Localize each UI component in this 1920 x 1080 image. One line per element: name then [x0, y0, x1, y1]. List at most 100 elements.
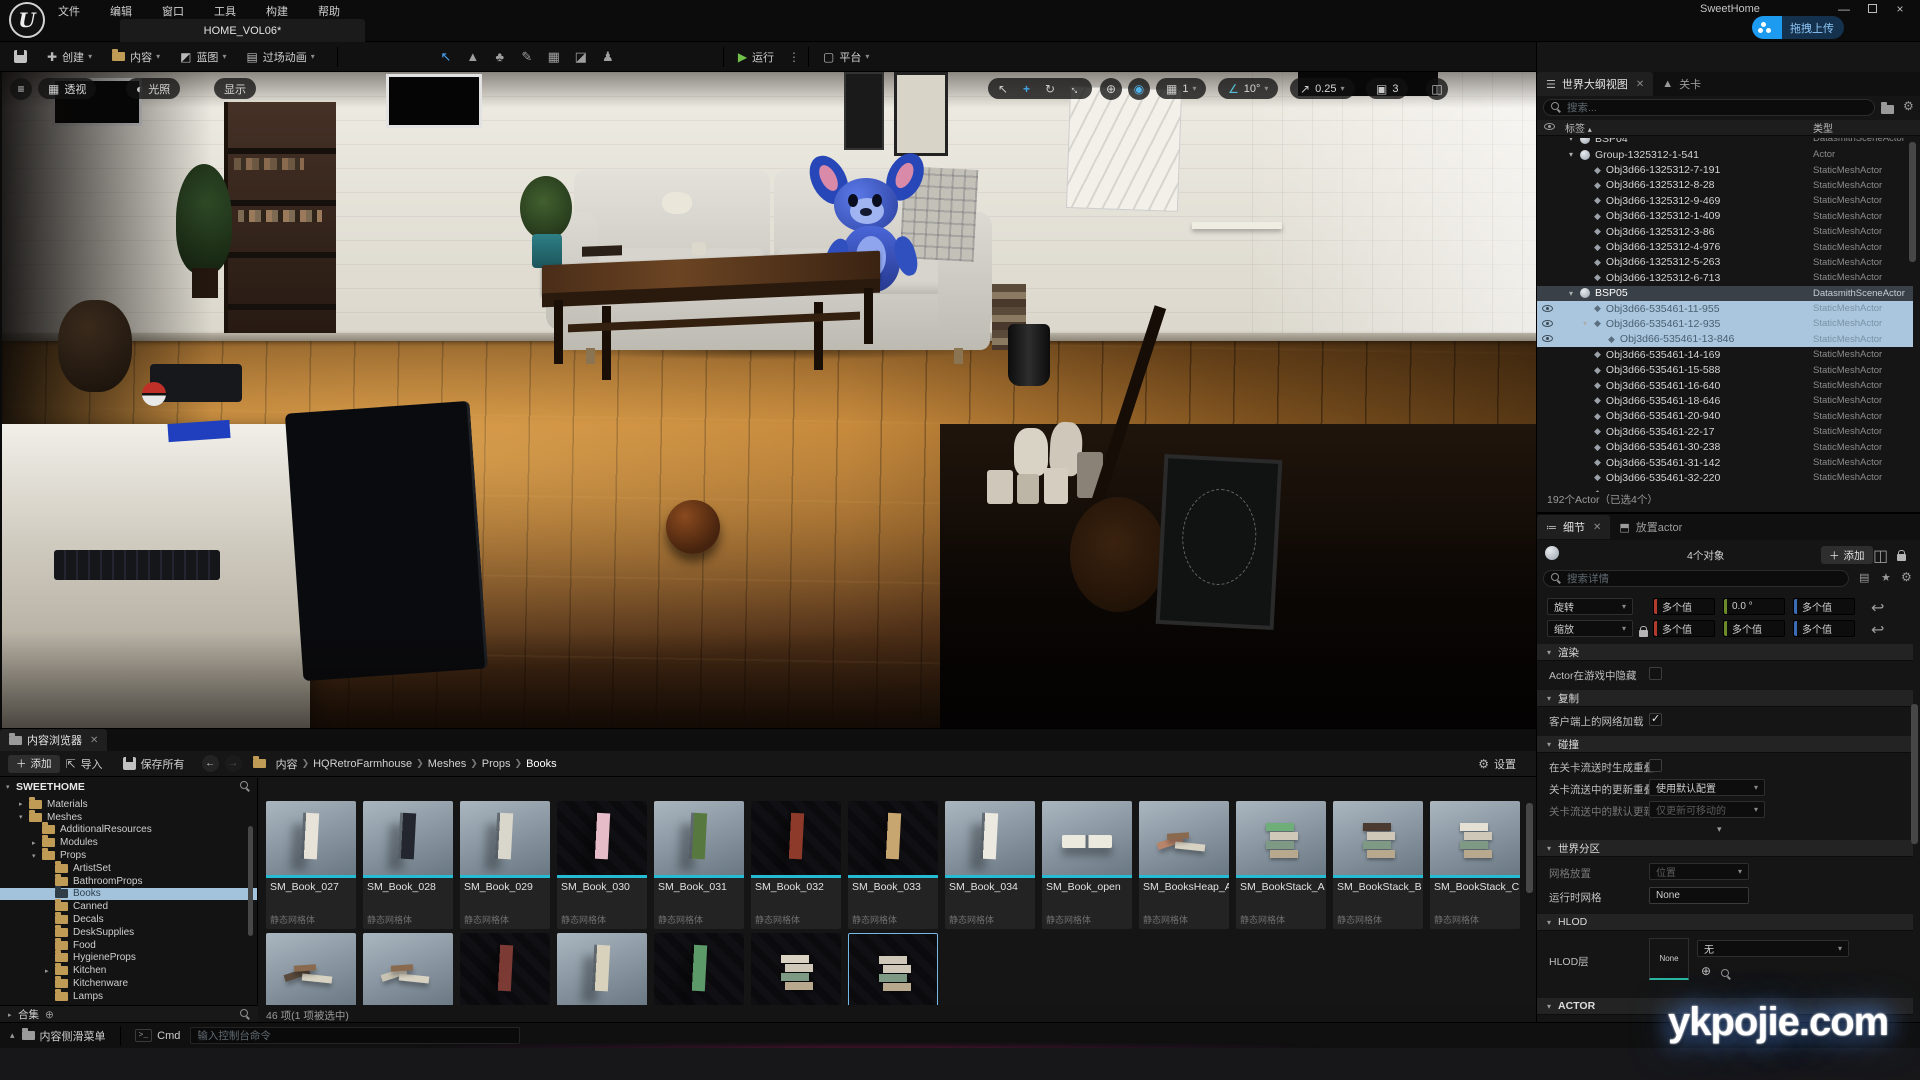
outliner-row[interactable]: ◆Obj3d66-1325312-7-191StaticMeshActor — [1537, 162, 1913, 177]
outliner-row[interactable]: ◆Obj3d66-535461-13-846StaticMeshActor — [1537, 332, 1913, 347]
outliner-row[interactable]: ▾Group-1325312-1-541Actor — [1537, 147, 1913, 162]
menu-item-窗口[interactable]: 窗口 — [162, 3, 184, 19]
landscape-mode-icon[interactable]: ▲ — [461, 49, 485, 64]
search-icon[interactable] — [240, 1009, 251, 1020]
folder-item-Lamps[interactable]: Lamps — [0, 990, 257, 1003]
asset-tile-SM_Book_027[interactable]: SM_Book_027静态网格体 — [266, 801, 356, 929]
asset-tile[interactable] — [363, 933, 453, 1005]
save-all-button[interactable]: 保存所有 — [117, 753, 191, 775]
folder-item-HygieneProps[interactable]: HygieneProps — [0, 952, 257, 965]
console-input[interactable] — [197, 1030, 513, 1042]
section-replication[interactable]: ▾复制 — [1537, 690, 1913, 707]
foliage-mode-icon[interactable]: ♣ — [488, 49, 512, 64]
blueprint-button[interactable]: ◩蓝图▾ — [174, 46, 232, 68]
menu-item-帮助[interactable]: 帮助 — [318, 3, 340, 19]
outliner-row[interactable]: ◆Obj3d66-1325312-6-713StaticMeshActor — [1537, 270, 1913, 285]
asset-tile-SM_BookStack_A[interactable]: SM_BookStack_A静态网格体 — [1236, 801, 1326, 929]
folder-item-DeskSupplies[interactable]: DeskSupplies — [0, 926, 257, 939]
visibility-column-icon[interactable] — [1544, 122, 1555, 133]
gen-overlap-checkbox[interactable] — [1649, 759, 1662, 772]
menu-item-编辑[interactable]: 编辑 — [110, 3, 132, 19]
rotation-y-field[interactable]: 0.0 ° — [1723, 598, 1785, 615]
use-selected-icon[interactable]: ⊕ — [1701, 964, 1711, 978]
hidden-in-game-checkbox[interactable] — [1649, 667, 1662, 680]
camera-speed-control[interactable]: ▣3 — [1366, 78, 1408, 99]
expander-icon[interactable]: ▾ — [1583, 319, 1594, 328]
asset-tile[interactable] — [460, 933, 550, 1005]
runtime-grid-field[interactable]: None — [1649, 887, 1749, 904]
move-tool-icon[interactable]: + — [1023, 82, 1030, 96]
breadcrumb-item-内容[interactable]: 内容 — [276, 756, 298, 772]
content-settings-button[interactable]: ⚙设置 — [1472, 753, 1522, 775]
platforms-button[interactable]: ▢平台▾ — [817, 46, 875, 68]
folder-item-AdditionalResources[interactable]: AdditionalResources — [0, 824, 257, 837]
world-local-toggle[interactable]: ⊕ — [1100, 78, 1122, 100]
details-scrollbar[interactable] — [1911, 704, 1918, 844]
breadcrumb-item-Meshes[interactable]: Meshes — [428, 758, 467, 770]
expander-icon[interactable]: ▾ — [1569, 289, 1580, 298]
mesh-paint-mode-icon[interactable]: ✎ — [515, 49, 539, 65]
asset-scrollbar[interactable] — [1526, 803, 1533, 893]
outliner-row[interactable]: ◆Obj3d66-535461-11-955StaticMeshActor — [1537, 301, 1913, 316]
blueprint-convert-icon[interactable]: ◫ — [1873, 546, 1888, 566]
level-tab[interactable]: HOME_VOL06* — [120, 19, 365, 42]
cmd-label[interactable]: Cmd — [157, 1030, 180, 1042]
outliner-row[interactable]: ◆Obj3d66-1325312-4-976StaticMeshActor — [1537, 239, 1913, 254]
visibility-eye-icon[interactable] — [1537, 318, 1555, 330]
outliner-row[interactable]: ◆Obj3d66-535461-18-646StaticMeshActor — [1537, 393, 1913, 408]
asset-tile[interactable] — [654, 933, 744, 1005]
asset-tile-SM_BookStack_C[interactable]: SM_BookStack_C静态网格体 — [1430, 801, 1520, 929]
breadcrumb-item-Books[interactable]: Books — [526, 758, 557, 770]
animation-mode-icon[interactable]: ♟ — [596, 49, 620, 65]
outliner-row[interactable]: ◆Obj3d66-1325312-8-28StaticMeshActor — [1537, 178, 1913, 193]
breadcrumb-item-HQRetroFarmhouse[interactable]: HQRetroFarmhouse — [313, 758, 412, 770]
select-mode-icon[interactable]: ↖ — [434, 49, 458, 65]
asset-tile-SM_Book_open[interactable]: SM_Book_open静态网格体 — [1042, 801, 1132, 929]
outliner-row[interactable]: ◆Obj3d66-1325312-1-409StaticMeshActor — [1537, 209, 1913, 224]
section-rendering[interactable]: ▾渲染 — [1537, 644, 1913, 661]
maximize-viewport-button[interactable]: ◫ — [1426, 78, 1448, 100]
rotation-z-field[interactable]: 多个值 — [1793, 598, 1855, 615]
asset-tile[interactable] — [266, 933, 356, 1005]
folder-item-Canned[interactable]: Canned — [0, 900, 257, 913]
folder-item-Meshes[interactable]: ▾Meshes — [0, 811, 257, 824]
outliner-row[interactable]: ▾BSP04DatasmithSceneActor — [1537, 138, 1913, 146]
net-load-checkbox[interactable] — [1649, 713, 1662, 726]
folder-item-Books[interactable]: Books — [0, 888, 257, 901]
reset-rotation-icon[interactable]: ↩ — [1871, 598, 1884, 618]
minimize-button[interactable]: — — [1830, 2, 1858, 16]
maximize-button[interactable] — [1858, 2, 1886, 16]
folder-item-Kitchenware[interactable]: Kitchenware — [0, 977, 257, 990]
close-icon[interactable]: ✕ — [1593, 522, 1601, 533]
content-button[interactable]: 内容▾ — [106, 46, 166, 68]
menu-item-文件[interactable]: 文件 — [58, 3, 80, 19]
outliner-row[interactable]: ▾◆Obj3d66-535461-12-935StaticMeshActor — [1537, 316, 1913, 331]
outliner-row[interactable]: ◆Obj3d66-535461-20-940StaticMeshActor — [1537, 409, 1913, 424]
perspective-selector[interactable]: ▦透视 — [38, 78, 96, 99]
folder-item-Props[interactable]: ▾Props — [0, 849, 257, 862]
close-icon[interactable]: ✕ — [90, 735, 98, 746]
hlod-layer-dropdown[interactable]: 无▾ — [1697, 940, 1849, 957]
outliner-row[interactable]: ◆Obj3d66-535461-31-142StaticMeshActor — [1537, 455, 1913, 470]
outliner-row[interactable]: ◆Obj3d66-1325312-5-263StaticMeshActor — [1537, 255, 1913, 270]
browse-icon[interactable] — [1721, 967, 1732, 985]
display-filter-icon[interactable]: ▤ — [1859, 571, 1869, 584]
details-settings-icon[interactable]: ⚙ — [1901, 570, 1912, 584]
select-tool-icon[interactable]: ↖ — [998, 82, 1008, 96]
viewport-3d[interactable]: ≡ ▦透视 ◐光照 显示 ↖ + ↻ ↔ ⊕ ◉ ▦1▾ ∠10°▾ ↗0.25… — [2, 72, 1536, 728]
scale-lock-icon[interactable] — [1639, 624, 1648, 642]
create-button[interactable]: ✚创建▾ — [41, 46, 98, 68]
tab-content-browser[interactable]: 内容浏览器✕ — [0, 729, 107, 751]
outliner-row[interactable]: ◆Obj3d66-535461-32-220StaticMeshActor — [1537, 470, 1913, 485]
expander-icon[interactable]: ▾ — [1569, 150, 1580, 159]
content-drawer-button[interactable]: 内容侧滑菜单 — [40, 1028, 106, 1044]
visibility-eye-icon[interactable] — [1537, 303, 1555, 315]
folder-item-ArtistSet[interactable]: ArtistSet — [0, 862, 257, 875]
import-button[interactable]: ⇱导入 — [60, 753, 109, 775]
menu-item-构建[interactable]: 构建 — [266, 3, 288, 19]
expand-advanced-icon[interactable]: ▾ — [1717, 824, 1722, 835]
close-button[interactable]: × — [1886, 2, 1914, 16]
tab-details[interactable]: ≔细节✕ — [1537, 515, 1610, 539]
save-button[interactable] — [8, 47, 33, 66]
column-type[interactable]: 类型 — [1813, 120, 1833, 135]
